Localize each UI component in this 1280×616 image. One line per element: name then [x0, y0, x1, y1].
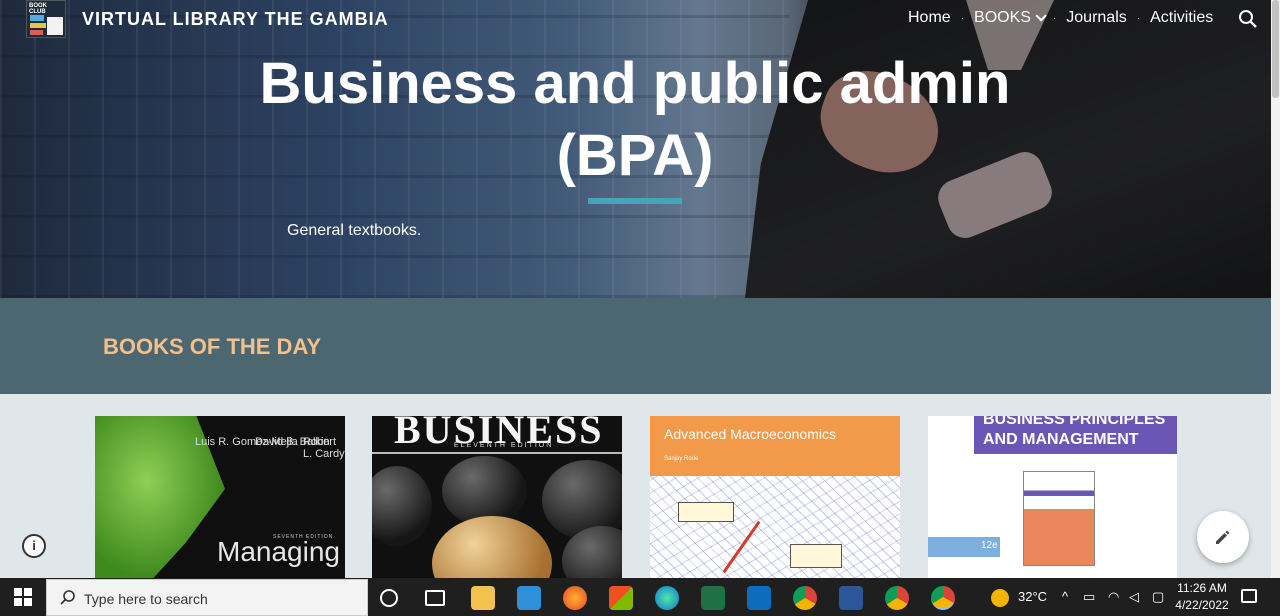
logo-book — [30, 30, 43, 35]
nav-separator: · — [1136, 12, 1141, 24]
diagram-box — [790, 544, 842, 568]
nav-books-label: BOOKS — [974, 9, 1031, 26]
nav-separator: · — [1052, 12, 1057, 24]
cover-header-bar — [650, 416, 900, 476]
scrollbar-thumb[interactable] — [1272, 0, 1279, 98]
cover-stripe — [372, 452, 622, 454]
battery-icon[interactable]: ▭ — [1083, 589, 1095, 605]
nav-home[interactable]: Home — [900, 9, 959, 27]
store-icon[interactable] — [609, 586, 633, 610]
book-cover-business-principles[interactable]: BUSINESS PRINCIPLES AND MANAGEMENT 12e — [928, 416, 1177, 578]
search-icon — [60, 590, 75, 605]
title-underline — [588, 198, 682, 204]
notification-icon[interactable] — [1241, 589, 1257, 603]
logo-book — [47, 17, 63, 35]
diagram-graphic — [650, 476, 900, 578]
egg-graphic — [372, 466, 432, 546]
excel-icon[interactable] — [701, 586, 725, 610]
nav-activities[interactable]: Activities — [1142, 9, 1221, 27]
word-icon[interactable] — [839, 586, 863, 610]
nav-books[interactable]: BOOKS — [966, 9, 1051, 27]
book-cover-business[interactable]: BUSINESS ELEVENTH EDITION — [372, 416, 622, 578]
mail-icon[interactable] — [517, 586, 541, 610]
edit-button[interactable] — [1197, 511, 1249, 563]
logo-book — [30, 15, 44, 21]
cortana-icon[interactable] — [380, 589, 398, 607]
volume-icon[interactable]: ◁ — [1129, 589, 1139, 605]
section-title: BOOKS OF THE DAY — [103, 334, 321, 359]
weather-icon[interactable] — [991, 589, 1009, 607]
book-edition: 12e — [981, 540, 998, 551]
file-explorer-icon[interactable] — [471, 586, 495, 610]
site-logo[interactable]: BOOK CLUB — [26, 0, 66, 38]
pencil-icon — [1216, 530, 1230, 544]
page-subtitle: General textbooks. — [287, 222, 422, 239]
outlook-icon[interactable] — [747, 586, 771, 610]
nav-journals[interactable]: Journals — [1058, 9, 1134, 27]
site-title[interactable]: VIRTUAL LIBRARY THE GAMBIA — [82, 9, 389, 30]
book-author: Sanjay Rode — [664, 456, 699, 462]
book-title: Managing — [217, 536, 340, 567]
diagram-box — [678, 502, 734, 522]
book-author: Robert L. Cardy — [303, 436, 345, 460]
chrome-icon[interactable] — [793, 586, 817, 610]
task-view-icon[interactable] — [425, 590, 445, 606]
keyboard-icon[interactable]: ▢ — [1152, 589, 1164, 605]
chrome-profile-icon[interactable] — [885, 586, 909, 610]
logo-book — [30, 23, 46, 28]
search-icon[interactable] — [1238, 9, 1258, 29]
chrome-active-icon[interactable] — [931, 586, 955, 610]
book-edition: ELEVENTH EDITION — [454, 442, 554, 449]
main-nav: Home · BOOKS · Journals · Activities — [900, 9, 1221, 27]
cover-thumbnail — [1023, 471, 1095, 566]
page-title-line1: Business and public admin — [259, 51, 1011, 116]
info-icon[interactable]: i — [22, 534, 46, 558]
book-cover-managing[interactable]: Luis R. Gomez-Mejia David B. Balkin Robe… — [95, 416, 345, 578]
logo-text: BOOK CLUB — [29, 3, 47, 15]
wifi-icon[interactable]: ◠ — [1108, 589, 1119, 605]
edge-icon[interactable] — [655, 586, 679, 610]
book-title: Advanced Macroeconomics — [664, 426, 836, 442]
book-title: BUSINESS PRINCIPLES AND MANAGEMENT — [983, 416, 1166, 448]
golden-egg-graphic — [432, 516, 552, 578]
weather-temp[interactable]: 32°C — [1018, 589, 1047, 604]
taskbar-search-placeholder: Type here to search — [84, 591, 208, 607]
taskbar-search-input[interactable]: Type here to search — [46, 579, 368, 616]
page-scrollbar[interactable] — [1271, 0, 1280, 578]
windows-start-icon[interactable] — [14, 588, 32, 606]
show-hidden-icons-icon[interactable]: ^ — [1062, 589, 1068, 604]
page-title-line2: (BPA) — [556, 123, 714, 188]
nav-separator: · — [960, 12, 965, 24]
firefox-icon[interactable] — [563, 586, 587, 610]
clock-date: 4/22/2022 — [1175, 598, 1229, 612]
book-cover-macroeconomics[interactable]: Advanced Macroeconomics Sanjay Rode — [650, 416, 900, 578]
chevron-down-icon — [1035, 10, 1047, 22]
taskbar-clock[interactable]: 11:26 AM 4/22/2022 — [1174, 580, 1230, 614]
clock-time: 11:26 AM — [1177, 581, 1227, 595]
page-title: Business and public admin (BPA) — [190, 48, 1080, 192]
